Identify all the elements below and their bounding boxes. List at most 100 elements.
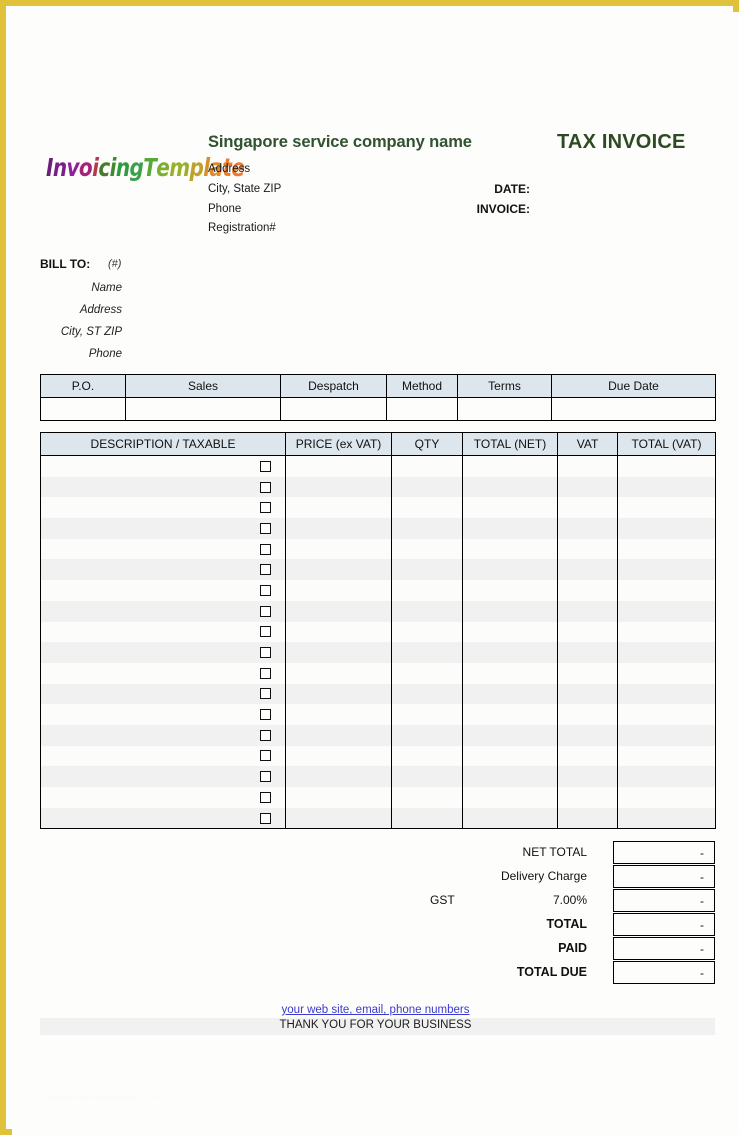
cell-total-vat[interactable] xyxy=(617,559,716,581)
cell-total-net[interactable] xyxy=(462,455,558,477)
cell-total-vat[interactable] xyxy=(617,621,716,643)
cell-total-vat[interactable] xyxy=(617,807,716,830)
taxable-checkbox[interactable] xyxy=(260,688,271,700)
cell-qty[interactable] xyxy=(391,476,463,498)
cell-total-vat[interactable] xyxy=(617,662,716,684)
cell-qty[interactable] xyxy=(391,580,463,601)
cell-total-net[interactable] xyxy=(462,497,558,519)
taxable-checkbox[interactable] xyxy=(260,791,271,803)
table-row[interactable] xyxy=(40,807,716,830)
cell-vat[interactable] xyxy=(557,476,618,498)
cell-vat[interactable] xyxy=(557,621,618,643)
cell-total-net[interactable] xyxy=(462,745,558,767)
cell-qty[interactable] xyxy=(391,662,463,684)
table-row[interactable] xyxy=(40,704,716,725)
cell-description[interactable] xyxy=(40,807,286,830)
cell-price[interactable] xyxy=(285,704,392,725)
cell-description[interactable] xyxy=(40,518,286,539)
table-row[interactable] xyxy=(40,662,716,684)
cell-vat[interactable] xyxy=(557,662,618,684)
totals-value-box[interactable]: - xyxy=(613,889,715,912)
cell-total-vat[interactable] xyxy=(617,538,716,560)
cell-price[interactable] xyxy=(285,559,392,581)
totals-value-box[interactable]: - xyxy=(613,961,715,984)
cell-total-vat[interactable] xyxy=(617,580,716,601)
cell-total-vat[interactable] xyxy=(617,683,716,705)
footer-contact-link[interactable]: your web site, email, phone numbers xyxy=(12,1004,739,1016)
cell-total-vat[interactable] xyxy=(617,455,716,477)
cell-description[interactable] xyxy=(40,787,286,808)
cell-qty[interactable] xyxy=(391,518,463,539)
cell-vat[interactable] xyxy=(557,580,618,601)
cell-vat[interactable] xyxy=(557,683,618,705)
table-row[interactable] xyxy=(40,538,716,560)
cell-total-net[interactable] xyxy=(462,476,558,498)
cell-description[interactable] xyxy=(40,497,286,519)
cell-qty[interactable] xyxy=(391,455,463,477)
table-row[interactable] xyxy=(40,600,716,622)
taxable-checkbox[interactable] xyxy=(260,709,271,721)
cell-total-vat[interactable] xyxy=(617,497,716,519)
taxable-checkbox[interactable] xyxy=(260,502,271,514)
cell-total-vat[interactable] xyxy=(617,787,716,808)
taxable-checkbox[interactable] xyxy=(260,647,271,659)
cell-total-net[interactable] xyxy=(462,538,558,560)
cell-qty[interactable] xyxy=(391,683,463,705)
taxable-checkbox[interactable] xyxy=(260,605,271,617)
cell-price[interactable] xyxy=(285,683,392,705)
cell-total-net[interactable] xyxy=(462,518,558,539)
cell-total-net[interactable] xyxy=(462,807,558,830)
cell-description[interactable] xyxy=(40,621,286,643)
field-method[interactable] xyxy=(386,397,458,421)
cell-qty[interactable] xyxy=(391,704,463,725)
field-due-date[interactable] xyxy=(551,397,716,421)
cell-vat[interactable] xyxy=(557,455,618,477)
table-row[interactable] xyxy=(40,455,716,477)
field-po[interactable] xyxy=(40,397,126,421)
cell-total-net[interactable] xyxy=(462,642,558,663)
cell-total-vat[interactable] xyxy=(617,476,716,498)
cell-vat[interactable] xyxy=(557,704,618,725)
cell-description[interactable] xyxy=(40,476,286,498)
cell-price[interactable] xyxy=(285,580,392,601)
taxable-checkbox[interactable] xyxy=(260,729,271,741)
cell-price[interactable] xyxy=(285,497,392,519)
cell-vat[interactable] xyxy=(557,724,618,746)
cell-total-net[interactable] xyxy=(462,662,558,684)
cell-price[interactable] xyxy=(285,621,392,643)
cell-total-net[interactable] xyxy=(462,683,558,705)
cell-qty[interactable] xyxy=(391,807,463,830)
table-row[interactable] xyxy=(40,580,716,601)
taxable-checkbox[interactable] xyxy=(260,771,271,783)
cell-vat[interactable] xyxy=(557,518,618,539)
field-despatch[interactable] xyxy=(280,397,387,421)
table-row[interactable] xyxy=(40,621,716,643)
cell-qty[interactable] xyxy=(391,766,463,787)
table-row[interactable] xyxy=(40,683,716,705)
taxable-checkbox[interactable] xyxy=(260,543,271,555)
cell-total-vat[interactable] xyxy=(617,518,716,539)
cell-total-vat[interactable] xyxy=(617,704,716,725)
cell-qty[interactable] xyxy=(391,642,463,663)
totals-value-box[interactable]: - xyxy=(613,841,715,864)
cell-qty[interactable] xyxy=(391,724,463,746)
cell-price[interactable] xyxy=(285,766,392,787)
cell-description[interactable] xyxy=(40,580,286,601)
cell-total-vat[interactable] xyxy=(617,642,716,663)
cell-vat[interactable] xyxy=(557,600,618,622)
table-row[interactable] xyxy=(40,745,716,767)
cell-total-net[interactable] xyxy=(462,621,558,643)
cell-vat[interactable] xyxy=(557,745,618,767)
cell-description[interactable] xyxy=(40,683,286,705)
totals-value-box[interactable]: - xyxy=(613,913,715,936)
cell-price[interactable] xyxy=(285,787,392,808)
cell-description[interactable] xyxy=(40,600,286,622)
table-row[interactable] xyxy=(40,642,716,663)
cell-description[interactable] xyxy=(40,642,286,663)
cell-vat[interactable] xyxy=(557,559,618,581)
taxable-checkbox[interactable] xyxy=(260,750,271,762)
cell-total-vat[interactable] xyxy=(617,745,716,767)
taxable-checkbox[interactable] xyxy=(260,481,271,493)
cell-qty[interactable] xyxy=(391,621,463,643)
cell-vat[interactable] xyxy=(557,497,618,519)
